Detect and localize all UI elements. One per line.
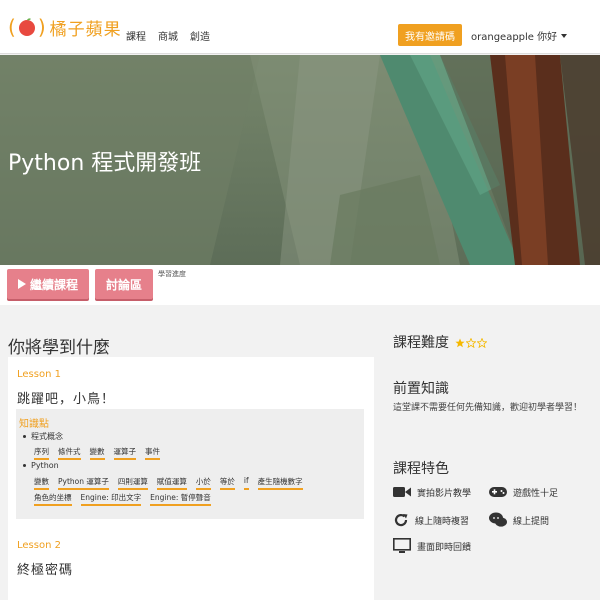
nav-create[interactable]: 創造 (190, 28, 210, 43)
feature-feedback: 畫面即時回饋 (393, 538, 471, 554)
tag-py-operator[interactable]: Python 運算子 (58, 476, 109, 490)
logo-right-bracket: ) (37, 15, 46, 39)
gamepad-icon (489, 487, 507, 497)
learn-section-title: 你將學到什麼 (8, 338, 110, 358)
difficulty-rating (455, 338, 488, 348)
feature-video: 實拍影片教學 (393, 485, 471, 499)
star-empty-icon (477, 338, 488, 348)
nav-shop[interactable]: 商城 (158, 28, 178, 43)
chevron-down-icon (561, 33, 568, 38)
python-group-label: Python (31, 461, 59, 470)
logo-left-bracket: ( (8, 15, 16, 39)
feature-game-label: 遊戲性十足 (513, 488, 559, 499)
lesson-1-label: Lesson 1 (17, 369, 61, 380)
bullet-icon (23, 435, 26, 438)
star-filled-icon (455, 338, 466, 348)
discussion-button[interactable]: 討論區 (95, 269, 153, 299)
feature-ask-label: 線上提問 (513, 516, 550, 527)
learning-progress-label: 學習進度 (158, 270, 186, 278)
logo-text: 橘子蘋果 (49, 19, 122, 40)
difficulty-title: 課程難度 (393, 335, 449, 351)
concept-tags: 序列 條件式 變數 運算子 事件 (34, 446, 160, 460)
main-nav: 課程 商城 創造 (126, 28, 210, 43)
knowledge-points-title: 知識點 (19, 419, 49, 430)
course-action-bar: 繼續課程 討論區 (0, 265, 600, 305)
tag-if[interactable]: if (243, 476, 249, 490)
python-tags-row-2: 角色的坐標 Engine: 印出文字 Engine: 暫停聲音 (34, 492, 211, 506)
prereq-text: 這堂課不需要任何先備知識，歡迎初學者學習！ (393, 403, 583, 413)
user-menu[interactable]: orangeapple 你好 (471, 28, 568, 43)
tag-random[interactable]: 產生隨機數字 (257, 476, 303, 490)
video-camera-icon (393, 487, 411, 497)
invite-code-button[interactable]: 我有邀請碼 (398, 24, 462, 46)
top-navbar: ( ) 橘子蘋果 課程 商城 創造 我有邀請碼 orangeapple 你好 (0, 0, 600, 54)
tag-sequence[interactable]: 序列 (34, 446, 49, 460)
continue-course-label: 繼續課程 (29, 277, 78, 292)
refresh-icon (394, 513, 408, 527)
tag-engine-print[interactable]: Engine: 印出文字 (80, 492, 142, 506)
feature-review: 線上隨時複習 (393, 512, 469, 528)
tag-conditional[interactable]: 條件式 (58, 446, 81, 460)
continue-course-button[interactable]: 繼續課程 (7, 269, 89, 299)
course-hero-banner: Python 程式開發班 (0, 55, 600, 265)
concept-group: 程式概念 (23, 431, 63, 442)
user-greeting: orangeapple 你好 (471, 32, 558, 43)
lesson-2-label: Lesson 2 (17, 540, 61, 551)
knowledge-points-box: 知識點 程式概念 序列 條件式 變數 運算子 事件 Python 變數 Pyth… (16, 409, 364, 519)
tag-engine-pause-sound[interactable]: Engine: 暫停聲音 (150, 492, 211, 506)
concept-group-label: 程式概念 (31, 432, 63, 441)
feature-ask: 線上提問 (489, 512, 549, 528)
discussion-label: 討論區 (105, 277, 142, 292)
lesson-2-name[interactable]: 終極密碼 (17, 559, 73, 578)
tag-coordinates[interactable]: 角色的坐標 (34, 492, 72, 506)
lesson-list: Lesson 1 跳躍吧，小鳥！ 知識點 程式概念 序列 條件式 變數 運算子 … (8, 357, 374, 600)
python-tags-row-1: 變數 Python 運算子 四則運算 賦值運算 小於 等於 if 產生隨機數字 (34, 476, 303, 490)
play-icon (17, 279, 26, 289)
chat-icon (489, 512, 507, 527)
tag-variable[interactable]: 變數 (89, 446, 105, 460)
feature-feedback-label: 畫面即時回饋 (417, 542, 472, 553)
site-logo[interactable]: ( ) 橘子蘋果 (8, 14, 122, 40)
tag-py-variable[interactable]: 變數 (34, 476, 49, 490)
nav-courses[interactable]: 課程 (126, 28, 146, 43)
features-title: 課程特色 (393, 461, 449, 477)
difficulty-heading: 課程難度 (393, 332, 488, 352)
tag-arithmetic[interactable]: 四則運算 (117, 476, 148, 490)
tag-event[interactable]: 事件 (145, 446, 160, 460)
lesson-1-name[interactable]: 跳躍吧，小鳥！ (17, 388, 115, 407)
prereq-title: 前置知識 (393, 381, 449, 397)
course-title: Python 程式開發班 (8, 151, 202, 176)
orange-apple-icon (18, 18, 35, 36)
python-group: Python (23, 461, 59, 470)
star-empty-icon (466, 338, 477, 348)
tag-assignment[interactable]: 賦值運算 (156, 476, 187, 490)
feature-game: 遊戲性十足 (489, 485, 558, 499)
tag-equal[interactable]: 等於 (219, 476, 235, 490)
monitor-icon (393, 538, 411, 553)
tag-operator[interactable]: 運算子 (113, 446, 136, 460)
feature-video-label: 實拍影片教學 (417, 488, 472, 499)
bullet-icon (23, 464, 26, 467)
feature-review-label: 線上隨時複習 (415, 516, 470, 527)
tag-less-than[interactable]: 小於 (195, 476, 211, 490)
